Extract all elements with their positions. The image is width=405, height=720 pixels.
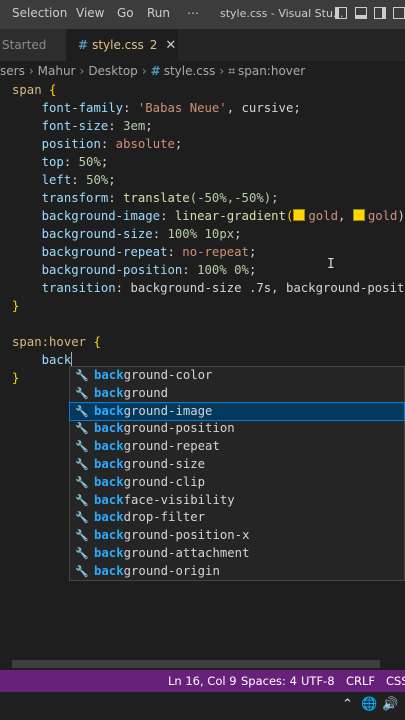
- code-line: position: absolute;: [41, 137, 183, 151]
- breadcrumb-item[interactable]: style.css: [164, 64, 216, 78]
- language-mode[interactable]: CSS: [386, 670, 405, 692]
- chevron-right-icon: ›: [219, 64, 225, 78]
- menu-run[interactable]: Run: [147, 6, 170, 20]
- property-wrench-icon: 🔧: [75, 440, 89, 454]
- property-wrench-icon: 🔧: [75, 404, 89, 418]
- code-line: background-repeat: no-repeat;: [41, 245, 257, 259]
- breadcrumb: sers › Mahur › Desktop › # style.css › ⌗ span:hove…: [0, 61, 405, 81]
- property-wrench-icon: 🔧: [75, 386, 89, 400]
- problem-count-badge: 2: [149, 38, 158, 52]
- toggle-secondary-sidebar-icon[interactable]: [374, 7, 386, 19]
- property-wrench-icon: 🔧: [75, 493, 89, 507]
- property-wrench-icon: 🔧: [75, 529, 89, 543]
- color-swatch[interactable]: [293, 209, 306, 221]
- suggestion-item[interactable]: 🔧 background-position: [70, 420, 404, 438]
- code-line: }: [12, 299, 20, 313]
- css-file-icon: #: [150, 64, 161, 78]
- breadcrumb-item[interactable]: Desktop: [88, 64, 138, 78]
- suggestion-item[interactable]: 🔧 background-size: [70, 456, 404, 474]
- title-bar: Selection View Go Run ⋯ style.css - Visu…: [0, 0, 405, 29]
- property-wrench-icon: 🔧: [75, 511, 89, 525]
- property-wrench-icon: 🔧: [75, 369, 89, 382]
- property-wrench-icon: 🔧: [75, 547, 89, 560]
- suggestion-item[interactable]: 🔧 background-origin: [70, 563, 404, 581]
- code-line: background-position: 100% 0%;: [41, 263, 257, 277]
- code-line: }: [12, 371, 20, 385]
- breadcrumb-item[interactable]: Mahur: [38, 64, 76, 78]
- code-line: background-size: 100% 10px;: [41, 227, 242, 241]
- tab-label: Started: [2, 38, 47, 52]
- suggestion-item[interactable]: 🔧 background-color: [70, 367, 404, 385]
- code-line: background-image: linear-gradient(gold, …: [41, 209, 405, 223]
- suggestion-item[interactable]: 🔧 background-position-x: [70, 527, 404, 545]
- chevron-right-icon: ›: [141, 64, 147, 78]
- suggestion-widget[interactable]: 🔧 background-color 🔧 background 🔧 backgroun…: [69, 366, 405, 581]
- window-title: style.css - Visual Stu...: [220, 7, 344, 20]
- symbol-icon: ⌗: [228, 64, 235, 78]
- code-line: transform: translate(-50%,-50%);: [41, 191, 279, 205]
- tab-style-css[interactable]: # style.css 2 ✕: [66, 29, 178, 61]
- tab-label: style.css: [92, 38, 144, 52]
- code-line: transition: background-size .7s, backgro…: [41, 281, 405, 295]
- code-line: font-family: 'Babas Neue', cursive;: [41, 101, 301, 115]
- suggestion-item[interactable]: 🔧 backface-visibility: [70, 492, 404, 510]
- suggestion-item-focused[interactable]: 🔧 background-image: [69, 401, 405, 422]
- customize-layout-icon[interactable]: [393, 7, 405, 19]
- chevron-right-icon: ›: [28, 64, 34, 78]
- toggle-panel-icon[interactable]: [355, 7, 367, 19]
- menu-selection[interactable]: Selection: [12, 6, 67, 20]
- code-line: span {: [12, 83, 57, 97]
- indentation[interactable]: Spaces: 4: [241, 670, 297, 692]
- code-line: left: 50%;: [41, 173, 116, 187]
- property-wrench-icon: 🔧: [75, 458, 89, 471]
- suggestion-item[interactable]: 🔧 background: [70, 385, 404, 403]
- menu-view[interactable]: View: [76, 6, 104, 20]
- globe-icon[interactable]: 🌐: [361, 697, 377, 712]
- suggestion-item[interactable]: 🔧 backdrop-filter: [70, 509, 404, 527]
- tab-get-started[interactable]: Started: [0, 29, 66, 61]
- suggestion-item[interactable]: 🔧 background-attachment: [70, 545, 404, 563]
- breadcrumb-item[interactable]: span:hover: [238, 64, 305, 78]
- suggestion-item[interactable]: 🔧 background-repeat: [70, 438, 404, 456]
- more-menu-icon[interactable]: ⋯: [187, 6, 199, 20]
- cursor-position[interactable]: Ln 16, Col 9: [168, 670, 237, 692]
- suggestion-item[interactable]: 🔧 background-clip: [70, 474, 404, 492]
- status-bar: Ln 16, Col 9 Spaces: 4 UTF-8 CRLF CSS: [0, 670, 405, 692]
- volume-icon[interactable]: 🔊: [382, 697, 398, 712]
- close-icon[interactable]: ✕: [165, 38, 176, 53]
- property-wrench-icon: 🔧: [75, 422, 89, 436]
- code-line: font-size: 3em;: [41, 119, 153, 133]
- property-wrench-icon: 🔧: [75, 475, 89, 489]
- property-wrench-icon: 🔧: [75, 564, 89, 578]
- horizontal-scrollbar[interactable]: [12, 660, 380, 668]
- code-line-current: back: [41, 352, 73, 367]
- toggle-sidebar-icon[interactable]: [335, 7, 347, 19]
- editor-tab-bar: Started # style.css 2 ✕: [0, 29, 405, 61]
- mouse-ibeam-icon: I: [327, 257, 335, 272]
- encoding[interactable]: UTF-8: [301, 670, 335, 692]
- chevron-right-icon: ›: [79, 64, 85, 78]
- breadcrumb-item[interactable]: sers: [0, 64, 25, 78]
- css-file-icon: #: [78, 38, 89, 52]
- text-cursor: [71, 352, 73, 367]
- chevron-up-icon[interactable]: ⌃: [342, 697, 353, 712]
- color-swatch[interactable]: [352, 209, 365, 221]
- end-of-line[interactable]: CRLF: [346, 670, 375, 692]
- code-line: top: 50%;: [41, 155, 109, 169]
- os-taskbar: ⌃ 🌐 🔊: [0, 692, 405, 720]
- menu-go[interactable]: Go: [117, 6, 134, 20]
- code-line: span:hover {: [12, 335, 101, 349]
